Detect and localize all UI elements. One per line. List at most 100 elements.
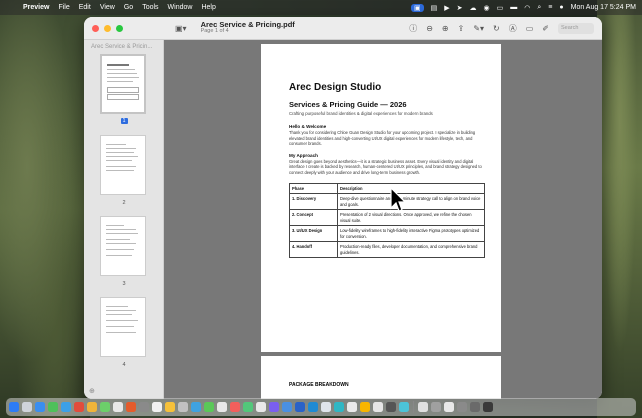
phase-cell: 3. UI/UX Design xyxy=(289,225,338,243)
table-header-phase: Phase xyxy=(289,183,338,195)
dock-app-icon[interactable] xyxy=(347,402,357,412)
screen-record-icon[interactable]: ▣ xyxy=(411,3,424,12)
thumbnail-page-4[interactable]: 4 xyxy=(100,297,148,368)
share-icon[interactable]: ⇪ xyxy=(458,24,465,33)
form-fill-icon[interactable]: ▭ xyxy=(526,24,534,33)
phase-cell: 1. Discovery xyxy=(289,193,338,211)
dock-app-icon[interactable] xyxy=(243,402,253,412)
zoom-button[interactable] xyxy=(116,24,123,32)
dock-app-icon[interactable] xyxy=(230,402,240,412)
dock-app-icon[interactable] xyxy=(61,402,71,412)
dock-app-icon[interactable] xyxy=(35,402,45,412)
desktop-wallpaper-left xyxy=(0,0,90,418)
thumbnail-page-1[interactable]: 1 xyxy=(100,54,148,124)
thumbnail-page-3[interactable]: 3 xyxy=(100,216,148,287)
rotate-icon[interactable]: ↻ xyxy=(493,24,500,33)
dock-app-icon[interactable] xyxy=(444,402,454,412)
window-controls xyxy=(92,24,123,32)
chat-icon[interactable]: ◉ xyxy=(484,4,490,12)
siri-icon[interactable]: ● xyxy=(559,4,563,11)
menu-tools[interactable]: Tools xyxy=(142,4,158,11)
welcome-text: Thank you for considering Chloe Guan Des… xyxy=(289,130,476,147)
dock-app-icon[interactable] xyxy=(22,402,32,412)
menu-window[interactable]: Window xyxy=(168,4,193,11)
dock-app-icon[interactable] xyxy=(282,402,292,412)
zoom-out-icon[interactable]: ⊖ xyxy=(426,24,433,33)
dock-app-icon[interactable] xyxy=(48,402,58,412)
phases-table: Phase Description 1. Discovery Deep-dive… xyxy=(289,183,485,259)
dock-app-icon[interactable] xyxy=(431,402,441,412)
pdf-page-1: Arec Design Studio Services & Pricing Gu… xyxy=(261,44,501,352)
dock-app-icon[interactable] xyxy=(360,402,370,412)
menu-edit[interactable]: Edit xyxy=(79,4,91,11)
dock-app-icon[interactable] xyxy=(9,402,19,412)
search-input[interactable]: Search xyxy=(558,22,594,34)
wifi-icon[interactable]: ◠ xyxy=(524,4,530,12)
dock-app-icon[interactable] xyxy=(87,402,97,412)
dock-app-icon[interactable] xyxy=(126,402,136,412)
dock-app-icon[interactable] xyxy=(470,402,480,412)
table-row: 3. UI/UX Design Low-fidelity wireframes … xyxy=(289,225,485,243)
dock-app-icon[interactable] xyxy=(483,402,493,412)
table-row: 1. Discovery Deep-dive questionnaire and… xyxy=(289,193,485,211)
close-button[interactable] xyxy=(92,24,99,32)
dock-app-icon[interactable] xyxy=(457,402,467,412)
dock-app-icon[interactable] xyxy=(256,402,266,412)
dock-app-icon[interactable] xyxy=(100,402,110,412)
table-header-description: Description xyxy=(337,183,485,195)
info-icon[interactable]: ⓘ xyxy=(409,23,417,34)
mouse-cursor-icon xyxy=(390,187,406,212)
dock-app-icon[interactable] xyxy=(308,402,318,412)
search-status-icon[interactable]: ⌕ xyxy=(537,4,541,12)
table-row: 4. Handoff Production-ready files, devel… xyxy=(289,241,485,259)
clock[interactable]: Mon Aug 17 5:24 PM xyxy=(571,4,636,11)
thumbnail-number: 1 xyxy=(120,118,128,124)
thumbnail-image xyxy=(100,54,146,114)
dock-app-icon[interactable] xyxy=(204,402,214,412)
sidebar-options-icon[interactable]: ⊕ xyxy=(89,387,95,395)
dock-app-icon[interactable] xyxy=(139,402,149,412)
dock-app-icon[interactable] xyxy=(217,402,227,412)
folder-status-icon[interactable]: ▭ xyxy=(497,4,504,12)
dock-app-icon[interactable] xyxy=(373,402,383,412)
battery-icon[interactable]: ▬ xyxy=(510,4,517,11)
thumbnail-image xyxy=(100,297,146,357)
thumbnail-page-2[interactable]: 2 xyxy=(100,135,148,206)
annotate-icon[interactable]: ✐ xyxy=(542,24,549,33)
dock-app-icon[interactable] xyxy=(165,402,175,412)
control-center-icon[interactable]: ≡ xyxy=(548,4,552,11)
studio-name: Arec Design Studio xyxy=(289,82,382,93)
location-icon[interactable]: ➤ xyxy=(457,4,463,12)
cloud-icon[interactable]: ☁ xyxy=(470,4,477,12)
thumbnail-number: 2 xyxy=(122,200,126,206)
document-view[interactable]: Arec Design Studio Services & Pricing Gu… xyxy=(164,40,602,399)
highlight-icon[interactable]: Ⓐ xyxy=(509,23,517,34)
phase-cell: 4. Handoff xyxy=(289,241,338,259)
window-toolbar: ▣▾ Arec Service & Pricing.pdf Page 1 of … xyxy=(84,17,602,40)
dock-app-icon[interactable] xyxy=(113,402,123,412)
menu-go[interactable]: Go xyxy=(124,4,133,11)
minimize-button[interactable] xyxy=(104,24,111,32)
dock-app-icon[interactable] xyxy=(269,402,279,412)
package-heading: PACKAGE BREAKDOWN xyxy=(289,382,349,388)
zoom-in-icon[interactable]: ⊕ xyxy=(442,24,449,33)
menu-help[interactable]: Help xyxy=(201,4,215,11)
dock-app-icon[interactable] xyxy=(334,402,344,412)
menu-app-name[interactable]: Preview xyxy=(23,4,49,11)
description-cell: Presentation of 2 visual directions. Onc… xyxy=(337,209,485,227)
dock-app-icon[interactable] xyxy=(152,402,162,412)
menu-view[interactable]: View xyxy=(100,4,115,11)
dock-app-icon[interactable] xyxy=(295,402,305,412)
dock-app-icon[interactable] xyxy=(399,402,409,412)
dock-app-icon[interactable] xyxy=(321,402,331,412)
sidebar-toggle-icon[interactable]: ▣▾ xyxy=(175,24,187,33)
dock-app-icon[interactable] xyxy=(178,402,188,412)
markup-pen-icon[interactable]: ✎▾ xyxy=(473,24,484,33)
calendar-status-icon[interactable]: ▤ xyxy=(431,4,438,12)
dock-app-icon[interactable] xyxy=(74,402,84,412)
dock-app-icon[interactable] xyxy=(386,402,396,412)
dock-app-icon[interactable] xyxy=(191,402,201,412)
play-icon[interactable]: ▶ xyxy=(444,4,449,12)
menu-file[interactable]: File xyxy=(58,4,69,11)
dock-app-icon[interactable] xyxy=(418,402,428,412)
